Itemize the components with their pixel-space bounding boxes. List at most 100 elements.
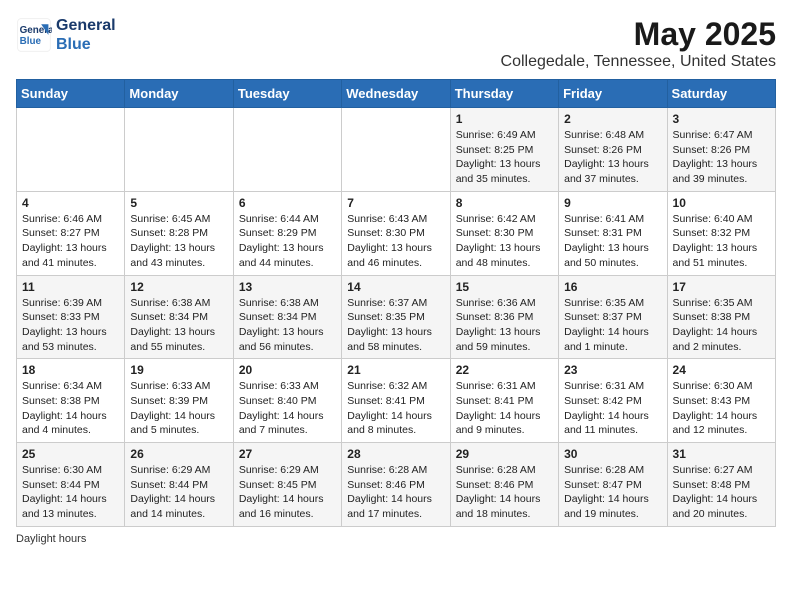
location: Collegedale, Tennessee, United States [501,53,776,71]
day-number: 20 [239,363,336,377]
col-header-sunday: Sunday [17,80,125,108]
month-year: May 2025 [501,16,776,53]
day-number: 27 [239,447,336,461]
week-row-2: 4 Sunrise: 6:46 AM Sunset: 8:27 PM Daylig… [17,191,776,275]
calendar: SundayMondayTuesdayWednesdayThursdayFrid… [16,79,776,527]
day-cell [17,108,125,192]
day-cell: 29 Sunrise: 6:28 AM Sunset: 8:46 PM Dayli… [450,443,558,527]
day-info: Sunrise: 6:42 AM Sunset: 8:30 PM Dayligh… [456,212,553,271]
day-info: Sunrise: 6:29 AM Sunset: 8:44 PM Dayligh… [130,463,227,522]
day-info: Sunrise: 6:27 AM Sunset: 8:48 PM Dayligh… [673,463,770,522]
day-info: Sunrise: 6:28 AM Sunset: 8:46 PM Dayligh… [456,463,553,522]
day-info: Sunrise: 6:46 AM Sunset: 8:27 PM Dayligh… [22,212,119,271]
day-cell: 15 Sunrise: 6:36 AM Sunset: 8:36 PM Dayli… [450,275,558,359]
day-number: 1 [456,112,553,126]
day-number: 10 [673,196,770,210]
col-header-saturday: Saturday [667,80,775,108]
week-row-5: 25 Sunrise: 6:30 AM Sunset: 8:44 PM Dayli… [17,443,776,527]
day-number: 15 [456,280,553,294]
week-row-1: 1 Sunrise: 6:49 AM Sunset: 8:25 PM Daylig… [17,108,776,192]
day-number: 7 [347,196,444,210]
col-header-monday: Monday [125,80,233,108]
day-info: Sunrise: 6:49 AM Sunset: 8:25 PM Dayligh… [456,128,553,187]
day-info: Sunrise: 6:31 AM Sunset: 8:41 PM Dayligh… [456,379,553,438]
day-cell: 14Sunrise: 6:37 AM Sunset: 8:35 PM Dayli… [342,275,450,359]
day-cell: 4 Sunrise: 6:46 AM Sunset: 8:27 PM Daylig… [17,191,125,275]
day-cell: 5 Sunrise: 6:45 AM Sunset: 8:28 PM Daylig… [125,191,233,275]
day-number: 29 [456,447,553,461]
day-info: Sunrise: 6:39 AM Sunset: 8:33 PM Dayligh… [22,296,119,355]
day-cell [233,108,341,192]
col-header-friday: Friday [559,80,667,108]
day-cell: 13 Sunrise: 6:38 AM Sunset: 8:34 PM Dayli… [233,275,341,359]
day-info: Sunrise: 6:32 AM Sunset: 8:41 PM Dayligh… [347,379,444,438]
logo-icon: General Blue [16,17,52,53]
day-number: 13 [239,280,336,294]
day-cell: 6 Sunrise: 6:44 AM Sunset: 8:29 PM Daylig… [233,191,341,275]
col-header-thursday: Thursday [450,80,558,108]
day-cell: 12Sunrise: 6:38 AM Sunset: 8:34 PM Dayli… [125,275,233,359]
day-info: Sunrise: 6:44 AM Sunset: 8:29 PM Dayligh… [239,212,336,271]
day-number: 16 [564,280,661,294]
day-number: 18 [22,363,119,377]
day-cell: 22Sunrise: 6:31 AM Sunset: 8:41 PM Dayli… [450,359,558,443]
day-cell: 25 Sunrise: 6:30 AM Sunset: 8:44 PM Dayli… [17,443,125,527]
day-number: 19 [130,363,227,377]
logo-blue: Blue [56,35,116,54]
day-cell: 7 Sunrise: 6:43 AM Sunset: 8:30 PM Daylig… [342,191,450,275]
day-cell: 31Sunrise: 6:27 AM Sunset: 8:48 PM Dayli… [667,443,775,527]
day-number: 5 [130,196,227,210]
day-cell: 3 Sunrise: 6:47 AM Sunset: 8:26 PM Daylig… [667,108,775,192]
day-info: Sunrise: 6:30 AM Sunset: 8:44 PM Dayligh… [22,463,119,522]
col-header-wednesday: Wednesday [342,80,450,108]
day-number: 23 [564,363,661,377]
day-info: Sunrise: 6:29 AM Sunset: 8:45 PM Dayligh… [239,463,336,522]
calendar-header-row: SundayMondayTuesdayWednesdayThursdayFrid… [17,80,776,108]
day-number: 25 [22,447,119,461]
week-row-3: 11Sunrise: 6:39 AM Sunset: 8:33 PM Dayli… [17,275,776,359]
day-info: Sunrise: 6:35 AM Sunset: 8:37 PM Dayligh… [564,296,661,355]
header: General Blue General Blue May 2025 Colle… [16,16,776,71]
footer-note: Daylight hours [16,533,776,545]
logo-general: General [56,16,116,35]
day-cell: 19 Sunrise: 6:33 AM Sunset: 8:39 PM Dayli… [125,359,233,443]
day-info: Sunrise: 6:34 AM Sunset: 8:38 PM Dayligh… [22,379,119,438]
day-info: Sunrise: 6:41 AM Sunset: 8:31 PM Dayligh… [564,212,661,271]
day-cell: 20 Sunrise: 6:33 AM Sunset: 8:40 PM Dayli… [233,359,341,443]
day-info: Sunrise: 6:38 AM Sunset: 8:34 PM Dayligh… [239,296,336,355]
day-number: 4 [22,196,119,210]
day-cell: 8Sunrise: 6:42 AM Sunset: 8:30 PM Daylig… [450,191,558,275]
day-number: 30 [564,447,661,461]
day-cell: 16 Sunrise: 6:35 AM Sunset: 8:37 PM Dayli… [559,275,667,359]
day-info: Sunrise: 6:47 AM Sunset: 8:26 PM Dayligh… [673,128,770,187]
day-info: Sunrise: 6:37 AM Sunset: 8:35 PM Dayligh… [347,296,444,355]
day-info: Sunrise: 6:45 AM Sunset: 8:28 PM Dayligh… [130,212,227,271]
day-cell: 1 Sunrise: 6:49 AM Sunset: 8:25 PM Daylig… [450,108,558,192]
day-info: Sunrise: 6:33 AM Sunset: 8:40 PM Dayligh… [239,379,336,438]
logo: General Blue General Blue [16,16,116,54]
day-cell: 26 Sunrise: 6:29 AM Sunset: 8:44 PM Dayli… [125,443,233,527]
day-cell: 17 Sunrise: 6:35 AM Sunset: 8:38 PM Dayli… [667,275,775,359]
day-number: 28 [347,447,444,461]
day-number: 2 [564,112,661,126]
day-info: Sunrise: 6:33 AM Sunset: 8:39 PM Dayligh… [130,379,227,438]
day-number: 6 [239,196,336,210]
day-info: Sunrise: 6:43 AM Sunset: 8:30 PM Dayligh… [347,212,444,271]
day-number: 26 [130,447,227,461]
day-cell: 28Sunrise: 6:28 AM Sunset: 8:46 PM Dayli… [342,443,450,527]
day-cell: 10Sunrise: 6:40 AM Sunset: 8:32 PM Dayli… [667,191,775,275]
day-cell: 18 Sunrise: 6:34 AM Sunset: 8:38 PM Dayli… [17,359,125,443]
day-info: Sunrise: 6:36 AM Sunset: 8:36 PM Dayligh… [456,296,553,355]
day-info: Sunrise: 6:31 AM Sunset: 8:42 PM Dayligh… [564,379,661,438]
day-number: 17 [673,280,770,294]
day-cell [342,108,450,192]
day-cell: 2 Sunrise: 6:48 AM Sunset: 8:26 PM Daylig… [559,108,667,192]
day-cell: 24Sunrise: 6:30 AM Sunset: 8:43 PM Dayli… [667,359,775,443]
day-number: 9 [564,196,661,210]
day-cell: 21Sunrise: 6:32 AM Sunset: 8:41 PM Dayli… [342,359,450,443]
col-header-tuesday: Tuesday [233,80,341,108]
day-cell: 9 Sunrise: 6:41 AM Sunset: 8:31 PM Daylig… [559,191,667,275]
day-info: Sunrise: 6:48 AM Sunset: 8:26 PM Dayligh… [564,128,661,187]
day-number: 3 [673,112,770,126]
day-info: Sunrise: 6:35 AM Sunset: 8:38 PM Dayligh… [673,296,770,355]
